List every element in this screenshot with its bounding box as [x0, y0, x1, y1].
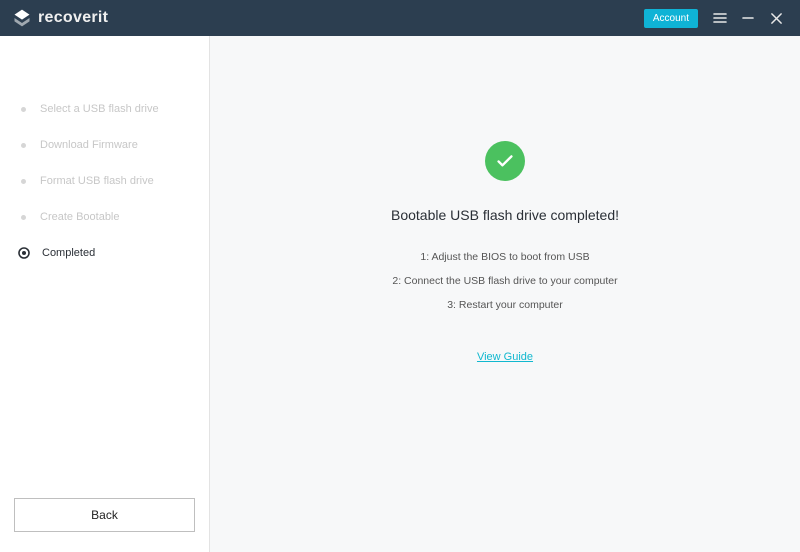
instruction-item: 3: Restart your computer: [447, 299, 563, 311]
menu-icon[interactable]: [706, 4, 734, 32]
completed-title: Bootable USB flash drive completed!: [391, 207, 619, 223]
step-label: Download Firmware: [40, 139, 138, 151]
step-format-usb: Format USB flash drive: [18, 163, 195, 199]
step-completed: Completed: [18, 235, 195, 271]
back-button[interactable]: Back: [14, 498, 195, 532]
recoverit-logo-icon: [12, 8, 32, 28]
step-bullet-icon: [18, 212, 28, 222]
close-icon[interactable]: [762, 4, 790, 32]
step-select-usb: Select a USB flash drive: [18, 91, 195, 127]
sidebar: Select a USB flash drive Download Firmwa…: [0, 36, 210, 552]
view-guide-link[interactable]: View Guide: [477, 351, 533, 363]
account-button[interactable]: Account: [644, 9, 698, 28]
step-bullet-icon: [18, 104, 28, 114]
step-label: Completed: [42, 247, 95, 259]
main-panel: Bootable USB flash drive completed! 1: A…: [210, 36, 800, 552]
instructions-list: 1: Adjust the BIOS to boot from USB 2: C…: [392, 251, 617, 311]
step-bullet-icon: [18, 176, 28, 186]
steps-list: Select a USB flash drive Download Firmwa…: [0, 91, 209, 498]
success-check-icon: [485, 141, 525, 181]
app-window: recoverit Account Select a USB flash dri…: [0, 0, 800, 552]
minimize-icon[interactable]: [734, 4, 762, 32]
instruction-item: 2: Connect the USB flash drive to your c…: [392, 275, 617, 287]
step-bullet-icon: [18, 140, 28, 150]
titlebar: recoverit Account: [0, 0, 800, 36]
app-logo: recoverit: [12, 8, 108, 28]
step-label: Format USB flash drive: [40, 175, 154, 187]
step-create-bootable: Create Bootable: [18, 199, 195, 235]
step-label: Select a USB flash drive: [40, 103, 159, 115]
app-name: recoverit: [38, 9, 108, 27]
step-active-icon: [18, 247, 30, 259]
content-area: Select a USB flash drive Download Firmwa…: [0, 36, 800, 552]
step-download-firmware: Download Firmware: [18, 127, 195, 163]
step-label: Create Bootable: [40, 211, 120, 223]
instruction-item: 1: Adjust the BIOS to boot from USB: [420, 251, 589, 263]
